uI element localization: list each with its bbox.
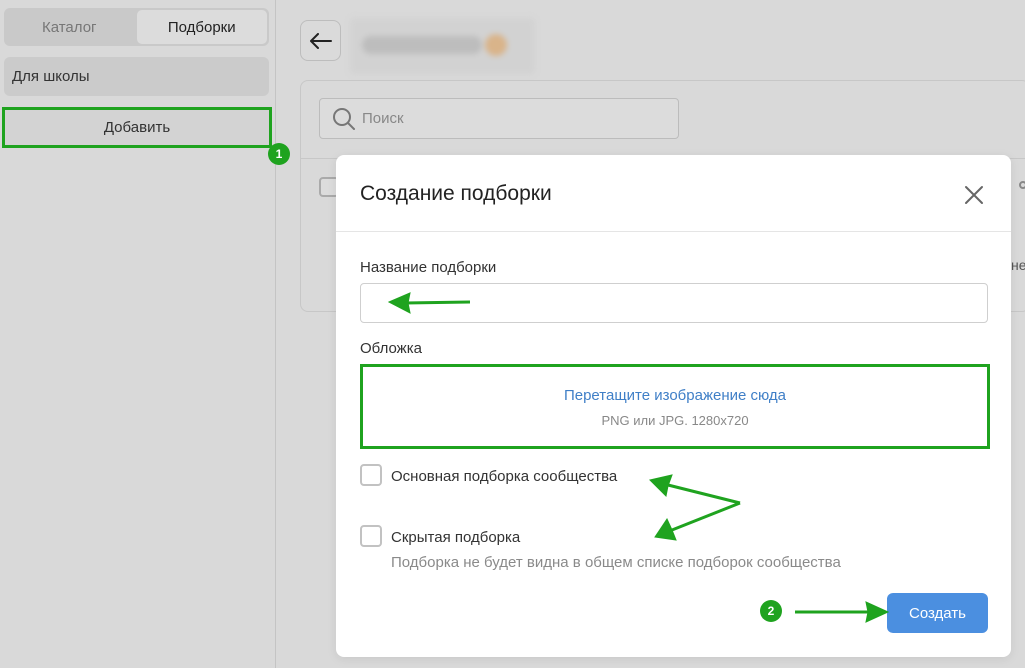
cover-dropzone[interactable]: Перетащите изображение сюда PNG или JPG.… xyxy=(360,364,990,449)
create-button[interactable]: Создать xyxy=(887,593,988,633)
back-button[interactable] xyxy=(300,20,341,61)
dropzone-hint: PNG или JPG. 1280x720 xyxy=(601,413,749,428)
dropzone-text: Перетащите изображение сюда xyxy=(563,387,787,404)
sidebar-item-for-school[interactable]: Для школы xyxy=(4,57,269,96)
partial-icon xyxy=(1019,181,1025,189)
modal-divider xyxy=(336,231,1011,232)
create-collection-modal: Создание подборки Название подборки Обло… xyxy=(336,155,1011,657)
collection-name-input[interactable] xyxy=(360,283,988,323)
hidden-collection-hint: Подборка не будет видна в общем списке п… xyxy=(391,554,841,571)
cover-label: Обложка xyxy=(360,340,422,357)
annotation-badge-1: 1 xyxy=(268,143,290,165)
name-label: Название подборки xyxy=(360,259,497,276)
partial-text: не xyxy=(1011,257,1025,273)
search-icon xyxy=(333,107,355,130)
hidden-collection-checkbox[interactable] xyxy=(360,525,382,547)
main-collection-checkbox[interactable] xyxy=(360,464,382,486)
tab-catalog[interactable]: Каталог xyxy=(4,8,135,46)
arrow-left-icon xyxy=(309,32,332,49)
close-icon[interactable] xyxy=(962,183,986,207)
blurred-page-title xyxy=(350,18,535,74)
modal-title: Создание подборки xyxy=(360,182,552,205)
search-placeholder: Поиск xyxy=(362,110,404,127)
hidden-collection-label: Скрытая подборка xyxy=(391,529,521,546)
sidebar-tabs: Каталог Подборки xyxy=(4,8,269,46)
annotation-badge-2: 2 xyxy=(760,600,782,622)
tab-collections[interactable]: Подборки xyxy=(136,10,267,44)
search-input[interactable]: Поиск xyxy=(319,98,679,139)
main-collection-label: Основная подборка сообщества xyxy=(391,468,618,485)
add-collection-button[interactable]: Добавить xyxy=(2,107,272,148)
sidebar: Каталог Подборки Для школы Добавить xyxy=(0,0,276,668)
